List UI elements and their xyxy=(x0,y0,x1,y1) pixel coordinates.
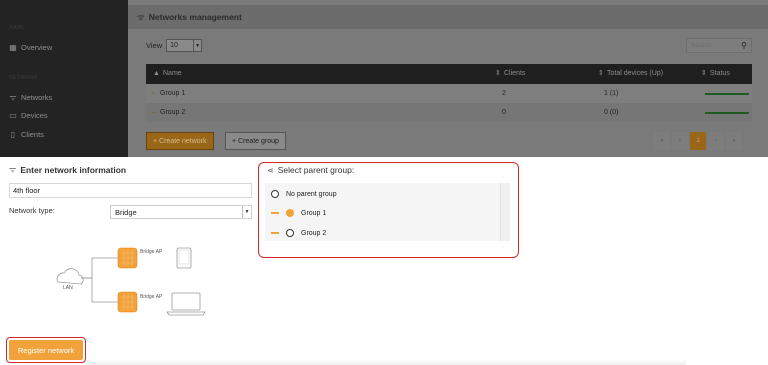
row-devices: 1 (1) xyxy=(604,90,619,97)
parent-group-list: No parent group Group 1 Group 2 xyxy=(265,183,510,241)
column-header-status[interactable]: Status xyxy=(710,64,730,84)
sort-icon: ⇕ xyxy=(701,70,707,77)
radio-button[interactable] xyxy=(271,190,279,198)
network-type-select[interactable]: Bridge ▼ xyxy=(110,205,252,219)
connector-lines xyxy=(81,257,118,303)
first-page-button[interactable]: « xyxy=(654,132,670,150)
radio-button[interactable] xyxy=(286,229,294,237)
network-name-input[interactable] xyxy=(9,183,252,198)
network-type-value: Bridge xyxy=(115,207,137,217)
laptop-icon xyxy=(166,292,206,316)
wifi-icon: ᯤ xyxy=(9,93,17,102)
option-label: No parent group xyxy=(286,190,337,198)
view-row: View 10 ▼ xyxy=(146,39,203,52)
parent-option-group-2[interactable]: Group 2 xyxy=(271,227,326,239)
networks-management-header: ᯤ Networks management xyxy=(128,5,768,29)
table-row[interactable]: – Group 2 0 0 (0) xyxy=(146,103,752,122)
row-clients: 2 xyxy=(502,90,506,97)
sidebar-section-main: MAIN xyxy=(9,25,24,31)
option-label: Group 2 xyxy=(301,229,327,237)
register-network-button[interactable]: Register network xyxy=(9,340,83,360)
sort-up-icon: ▲ xyxy=(153,70,160,77)
parent-group-title-text: Select parent group: xyxy=(277,165,355,175)
row-clients: 0 xyxy=(502,109,506,116)
bridge-topology-diagram: LAN Bridge AP Bridge AP xyxy=(40,240,230,327)
sort-icon: ⇕ xyxy=(495,70,501,77)
share-icon: ⋖ xyxy=(267,165,274,175)
cloud-icon xyxy=(56,268,84,285)
row-name: Group 2 xyxy=(160,109,186,116)
bridge-ap-label: Bridge AP xyxy=(140,294,163,300)
sidebar-section-network: NETWORK xyxy=(9,75,39,81)
page-title: Networks management xyxy=(148,12,242,22)
view-label: View xyxy=(146,41,163,50)
bridge-ap-label: Bridge AP xyxy=(140,249,163,255)
phone-icon: ▯ xyxy=(10,130,16,139)
option-label: Group 1 xyxy=(301,209,327,217)
devices-icon: ▭ xyxy=(9,111,17,120)
access-point-icon xyxy=(117,247,138,269)
chevron-down-icon: ▼ xyxy=(193,40,201,51)
wifi-icon: ᯤ xyxy=(9,165,17,174)
page-1-button[interactable]: 1 xyxy=(690,132,706,150)
search-placeholder: Search xyxy=(691,42,712,49)
table-actions: + Create network + Create group « ‹ 1 › … xyxy=(146,132,752,152)
create-network-button[interactable]: + Create network xyxy=(146,132,214,150)
view-count-select[interactable]: 10 ▼ xyxy=(166,39,203,52)
dash-icon: – xyxy=(152,109,156,116)
wifi-icon: ᯤ xyxy=(137,11,145,22)
next-page-button[interactable]: › xyxy=(708,132,724,150)
form-title-text: Enter network information xyxy=(20,164,127,175)
parent-option-group-1[interactable]: Group 1 xyxy=(271,207,326,219)
form-title: ᯤ Enter network information xyxy=(9,164,126,175)
chevron-right-icon[interactable]: › xyxy=(152,84,154,103)
sidebar-item-overview[interactable]: ▦ Overview xyxy=(9,43,52,52)
column-header-name[interactable]: Name xyxy=(163,64,182,84)
last-page-button[interactable]: » xyxy=(726,132,742,150)
search-icon: ⚲ xyxy=(741,41,747,50)
sidebar-item-label: Overview xyxy=(21,43,53,52)
scrollbar[interactable] xyxy=(500,183,510,241)
sidebar-item-devices[interactable]: ▭ Devices xyxy=(9,111,48,120)
network-type-label: Network type: xyxy=(9,206,55,215)
tablet-icon xyxy=(176,247,192,269)
column-header-devices[interactable]: Total devices (Up) xyxy=(607,64,663,84)
footer-shadow xyxy=(86,359,686,365)
grid-icon: ▦ xyxy=(9,43,17,52)
sort-icon: ⇕ xyxy=(598,70,604,77)
status-indicator xyxy=(705,112,749,114)
sidebar: MAIN ▦ Overview NETWORK ᯤ Networks ▭ Dev… xyxy=(0,0,128,157)
sidebar-item-networks[interactable]: ᯤ Networks xyxy=(9,92,52,103)
access-point-icon xyxy=(117,291,138,313)
view-count-value: 10 xyxy=(170,42,178,49)
parent-option-none[interactable]: No parent group xyxy=(271,188,337,200)
topology-svg xyxy=(56,247,206,316)
create-group-button[interactable]: + Create group xyxy=(225,132,286,150)
parent-group-title: ⋖ Select parent group: xyxy=(267,165,354,175)
collapse-icon[interactable] xyxy=(271,212,279,214)
radio-button-selected[interactable] xyxy=(286,209,294,217)
sidebar-item-clients[interactable]: ▯ Clients xyxy=(9,130,44,139)
lan-label: LAN xyxy=(63,285,73,291)
sidebar-item-label: Networks xyxy=(21,93,53,102)
sidebar-item-label: Devices xyxy=(21,111,48,120)
chevron-down-icon: ▼ xyxy=(242,206,251,218)
row-name: Group 1 xyxy=(160,90,186,97)
collapse-icon[interactable] xyxy=(271,232,279,234)
column-header-clients[interactable]: Clients xyxy=(504,64,525,84)
sidebar-item-label: Clients xyxy=(21,130,44,139)
table-header: ▲ Name ⇕ Clients ⇕ Total devices (Up) ⇕ … xyxy=(146,64,752,84)
search-input[interactable]: Search ⚲ xyxy=(686,38,752,53)
status-indicator xyxy=(705,93,749,95)
prev-page-button[interactable]: ‹ xyxy=(672,132,688,150)
row-devices: 0 (0) xyxy=(604,109,619,116)
table-row[interactable]: › Group 1 2 1 (1) xyxy=(146,84,752,103)
pagination: « ‹ 1 › » xyxy=(654,132,742,150)
